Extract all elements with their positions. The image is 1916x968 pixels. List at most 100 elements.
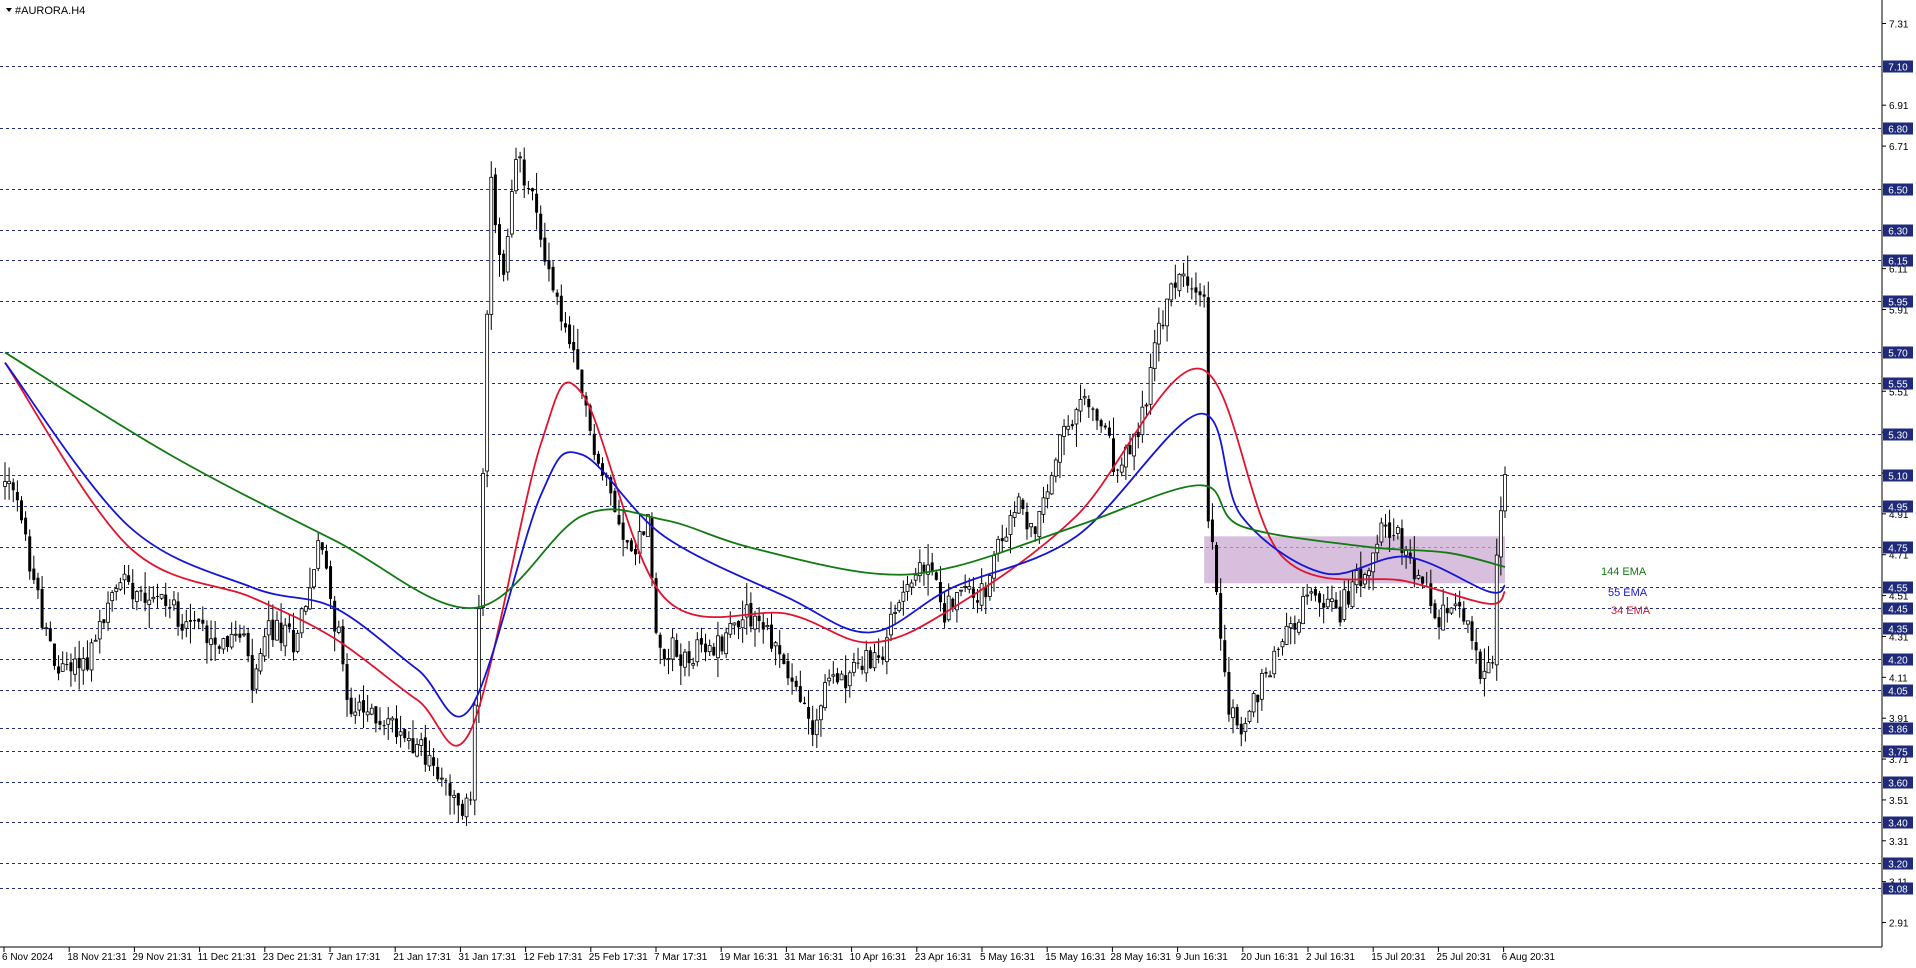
- candle-body: [695, 639, 700, 663]
- candle-body: [576, 349, 580, 370]
- candle-body: [44, 627, 49, 630]
- candle[interactable]: [1206, 281, 1210, 529]
- candle[interactable]: [1049, 471, 1054, 496]
- candle[interactable]: [489, 161, 494, 330]
- candle-body: [1251, 693, 1256, 713]
- time-tick-label: 6 Nov 2024: [2, 952, 54, 963]
- candle[interactable]: [645, 514, 650, 538]
- candle-body: [139, 590, 143, 592]
- candle-body: [1280, 641, 1285, 648]
- price-tick-label: 3.51: [1889, 796, 1909, 807]
- candle-body: [303, 606, 308, 612]
- candle-body: [1066, 425, 1071, 430]
- candle[interactable]: [312, 569, 316, 590]
- candle[interactable]: [485, 310, 490, 488]
- candle-body: [621, 522, 625, 540]
- price-chart[interactable]: 144 EMA 55 EMA 34 EMA 7.31 6.91 6.71 6.11 5.91…: [0, 0, 1916, 963]
- candle[interactable]: [1215, 542, 1219, 595]
- candle[interactable]: [1272, 646, 1277, 679]
- time-tick-label: 31 Jan 17:31: [458, 952, 516, 963]
- candle[interactable]: [1247, 709, 1252, 724]
- level-price-label: 5.70: [1888, 349, 1908, 360]
- candle-body: [881, 656, 885, 660]
- candle[interactable]: [1503, 466, 1507, 519]
- level-price-label: 3.08: [1888, 885, 1908, 896]
- candle-body: [1421, 576, 1425, 584]
- candle-body: [1342, 589, 1347, 620]
- candle-body: [1309, 591, 1314, 594]
- candle-body: [535, 193, 539, 213]
- candle-body: [1256, 694, 1260, 703]
- candle-body: [308, 587, 312, 610]
- candle-body: [769, 624, 773, 649]
- candle-body: [345, 664, 349, 700]
- candle-body: [543, 237, 547, 262]
- candle-body: [864, 650, 869, 674]
- candle[interactable]: [1494, 538, 1499, 681]
- candle-body: [1223, 640, 1227, 673]
- candle-body: [1288, 623, 1293, 629]
- candle[interactable]: [987, 572, 992, 601]
- symbol-header[interactable]: #AURORA.H4: [6, 5, 85, 17]
- candle[interactable]: [493, 167, 497, 234]
- candle-body: [728, 623, 733, 635]
- candle[interactable]: [481, 468, 485, 616]
- level-price-label: 4.20: [1888, 656, 1908, 667]
- price-tick-label: 4.11: [1889, 673, 1908, 684]
- candle-body: [1210, 519, 1214, 543]
- candle-body: [740, 619, 745, 629]
- chart-svg[interactable]: 144 EMA55 EMA34 EMA 7.316.916.716.115.91…: [0, 0, 1916, 963]
- candle-body: [1219, 593, 1223, 639]
- candle-body: [1284, 625, 1289, 645]
- candle-body: [1491, 662, 1495, 664]
- time-tick-label: 25 Jul 20:31: [1436, 952, 1491, 963]
- candle[interactable]: [52, 643, 56, 670]
- candle-body: [176, 601, 180, 627]
- candle-body: [946, 595, 951, 621]
- candle-body: [118, 582, 123, 590]
- candle-body: [291, 630, 295, 653]
- candle-body: [1136, 431, 1140, 438]
- candle[interactable]: [782, 652, 786, 665]
- candle-body: [1186, 276, 1190, 286]
- candle[interactable]: [654, 572, 658, 635]
- candle-body: [860, 665, 864, 671]
- candle-body: [226, 636, 230, 647]
- candle-body: [617, 515, 621, 525]
- level-price-label: 6.15: [1888, 257, 1908, 268]
- candle-body: [279, 622, 283, 644]
- candle-body: [493, 174, 497, 226]
- candle-body: [814, 719, 819, 736]
- candle-body: [782, 654, 786, 664]
- time-tick-label: 6 Aug 20:31: [1502, 952, 1556, 963]
- candle-body: [1325, 598, 1330, 608]
- candle-body: [530, 188, 534, 192]
- legend-144-ema: 144 EMA: [1601, 566, 1647, 578]
- candle-body: [1008, 515, 1013, 535]
- candle[interactable]: [1235, 704, 1239, 728]
- candle-body: [114, 588, 119, 592]
- candle-body: [662, 649, 666, 660]
- candle-body: [1293, 623, 1297, 630]
- candle-body: [436, 766, 440, 780]
- candle-body: [250, 655, 254, 691]
- candle-body: [1000, 538, 1004, 542]
- candle-body: [704, 643, 708, 653]
- candle-body: [134, 591, 139, 602]
- candle-body: [1276, 648, 1280, 650]
- candle[interactable]: [650, 512, 654, 587]
- candle-body: [724, 632, 729, 655]
- candle[interactable]: [1478, 648, 1482, 684]
- candle-body: [580, 369, 584, 394]
- candle-body: [1058, 434, 1062, 463]
- candle-body: [1148, 367, 1153, 405]
- candle-body: [1412, 558, 1416, 580]
- candle-body: [3, 481, 7, 487]
- candle-body: [839, 673, 844, 681]
- candle-body: [1301, 596, 1305, 625]
- candle[interactable]: [295, 629, 300, 654]
- candle-body: [1021, 499, 1025, 509]
- candle-body: [357, 701, 362, 711]
- candle-body: [922, 564, 926, 572]
- candle-body: [1305, 594, 1310, 597]
